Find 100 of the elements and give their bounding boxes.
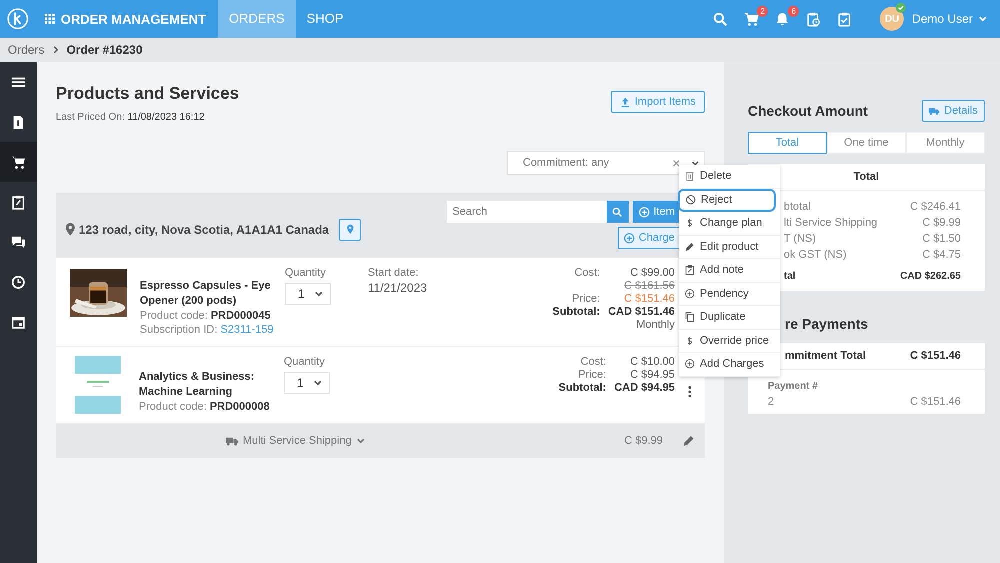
user-name[interactable]: Demo User bbox=[912, 12, 973, 26]
pencil-icon[interactable] bbox=[683, 435, 695, 447]
commitment-total-label: mmitment Total bbox=[785, 350, 866, 362]
location-button[interactable] bbox=[339, 218, 362, 240]
document-icon bbox=[11, 114, 26, 130]
summary-label: btotal bbox=[784, 200, 811, 215]
summary-label: T (NS) bbox=[784, 232, 816, 247]
price-label: Price: bbox=[572, 293, 600, 306]
menu-item[interactable]: Duplicate bbox=[679, 306, 780, 330]
search-icon[interactable] bbox=[713, 12, 728, 26]
notification-badge: 6 bbox=[788, 6, 800, 16]
search-button[interactable] bbox=[606, 201, 629, 223]
payments-title: re Payments bbox=[784, 316, 870, 332]
breadcrumb-link[interactable]: Orders bbox=[8, 43, 45, 57]
clock-icon bbox=[11, 274, 26, 290]
trash-icon bbox=[685, 171, 695, 182]
bell-icon[interactable] bbox=[775, 12, 790, 26]
last-priced-label: Last Priced On: bbox=[56, 112, 125, 123]
checkout-tab[interactable]: Total bbox=[748, 132, 827, 154]
menu-item[interactable]: Edit product bbox=[679, 236, 780, 259]
summary-value: C $246.41 bbox=[910, 200, 961, 215]
price-label: Price: bbox=[578, 369, 606, 382]
clear-icon[interactable] bbox=[672, 158, 681, 168]
add-charge-button[interactable]: Charge bbox=[618, 227, 681, 249]
details-button[interactable]: Details bbox=[922, 100, 985, 122]
search-icon bbox=[612, 206, 624, 218]
grid-icon[interactable] bbox=[45, 14, 55, 24]
map-pin-icon bbox=[344, 224, 356, 235]
chevron-down-icon bbox=[314, 289, 324, 299]
chevron-down-icon bbox=[313, 378, 323, 388]
ban-icon bbox=[686, 195, 696, 206]
sidebar-item[interactable] bbox=[0, 142, 37, 182]
total-label: tal bbox=[784, 270, 796, 284]
checkout-tab[interactable]: One time bbox=[827, 132, 906, 154]
price-label: Subtotal: bbox=[552, 306, 600, 319]
notification-badge: 2 bbox=[757, 6, 768, 16]
chat-icon bbox=[11, 234, 26, 250]
search-field[interactable]: Search bbox=[446, 201, 607, 223]
checkout-tab[interactable]: Monthly bbox=[906, 132, 985, 154]
summary-value: C $1.50 bbox=[922, 232, 961, 247]
product-code: PRD000045 bbox=[210, 310, 271, 322]
price-value: CAD $151.46 bbox=[608, 306, 675, 319]
cart-icon[interactable] bbox=[744, 12, 760, 26]
upload-icon bbox=[620, 96, 631, 108]
summary-value: C $4.75 bbox=[922, 248, 961, 263]
menu-item[interactable]: Reject bbox=[678, 188, 776, 212]
menu-item[interactable]: Pendency bbox=[679, 282, 780, 306]
clipboard-icon bbox=[11, 194, 26, 210]
quantity-select[interactable]: 1 bbox=[284, 372, 330, 394]
address-text: 123 road, city, Nova Scotia, A1A1A1 Canada bbox=[79, 222, 330, 236]
plus-circle-icon bbox=[685, 359, 695, 370]
menu-item[interactable]: Add note bbox=[679, 259, 780, 282]
price-value: C $99.00 bbox=[630, 267, 675, 280]
dollar-icon bbox=[685, 218, 695, 228]
chevron-down-icon[interactable] bbox=[691, 158, 700, 168]
price-value: C $10.00 bbox=[630, 356, 675, 369]
product-name: Analytics & Business: Machine Learning bbox=[139, 370, 256, 400]
product-code-label: Product code: bbox=[140, 310, 208, 322]
calendar-icon bbox=[11, 314, 26, 330]
cart-icon bbox=[11, 154, 26, 170]
price-label: Cost: bbox=[574, 267, 600, 280]
plus-circle-icon bbox=[624, 232, 635, 244]
map-pin-icon bbox=[66, 223, 75, 236]
menu-item[interactable]: Change plan bbox=[679, 212, 780, 236]
commitment-total-value: C $151.46 bbox=[910, 350, 961, 362]
summary-value: C $9.99 bbox=[922, 216, 961, 231]
chevron-down-icon bbox=[356, 436, 366, 446]
quantity-select[interactable]: 1 bbox=[285, 283, 331, 305]
import-items-button[interactable]: Import Items bbox=[610, 91, 705, 113]
checkout-title: Checkout Amount bbox=[748, 103, 868, 119]
menu-item[interactable]: Override price bbox=[679, 330, 780, 353]
quantity-label: Quantity bbox=[284, 356, 326, 368]
pencil-icon bbox=[685, 242, 695, 252]
more-options-icon[interactable] bbox=[688, 386, 692, 398]
shipping-selector[interactable]: Multi Service Shipping bbox=[226, 435, 624, 447]
subscription-link[interactable]: S2311-159 bbox=[220, 324, 274, 336]
plus-circle-icon bbox=[685, 288, 695, 299]
logo-icon bbox=[7, 8, 29, 30]
start-date-label: Start date: bbox=[368, 267, 420, 279]
breadcrumb-current[interactable]: Order #16230 bbox=[66, 43, 143, 57]
price-label: Cost: bbox=[580, 356, 606, 369]
add-item-button[interactable]: Item bbox=[632, 201, 681, 223]
price-value: C $94.95 bbox=[630, 369, 675, 382]
column-header: Payment # bbox=[768, 381, 820, 392]
product-name: Espresso Capsules - Eye Opener (200 pods) bbox=[140, 279, 272, 309]
clipboard-check-icon[interactable] bbox=[837, 12, 852, 26]
nav-tab[interactable]: SHOP bbox=[296, 0, 355, 38]
price-value: C $161.56 bbox=[624, 280, 675, 293]
product-code: PRD000008 bbox=[210, 401, 270, 413]
last-priced-value: 11/08/2023 16:12 bbox=[128, 112, 205, 123]
price-value: Monthly bbox=[636, 319, 675, 332]
product-code-label: Product code: bbox=[139, 401, 207, 413]
shipping-price: C $9.99 bbox=[624, 435, 663, 447]
payment-amount: C $151.46 bbox=[910, 396, 961, 408]
payment-number: 2 bbox=[768, 396, 774, 408]
clipboard-clock-icon[interactable] bbox=[806, 12, 822, 26]
price-value: C $151.46 bbox=[624, 293, 675, 306]
quantity-label: Quantity bbox=[285, 267, 327, 279]
menu-item[interactable]: Delete bbox=[679, 165, 780, 188]
menu-item[interactable]: Add Charges bbox=[679, 353, 780, 376]
